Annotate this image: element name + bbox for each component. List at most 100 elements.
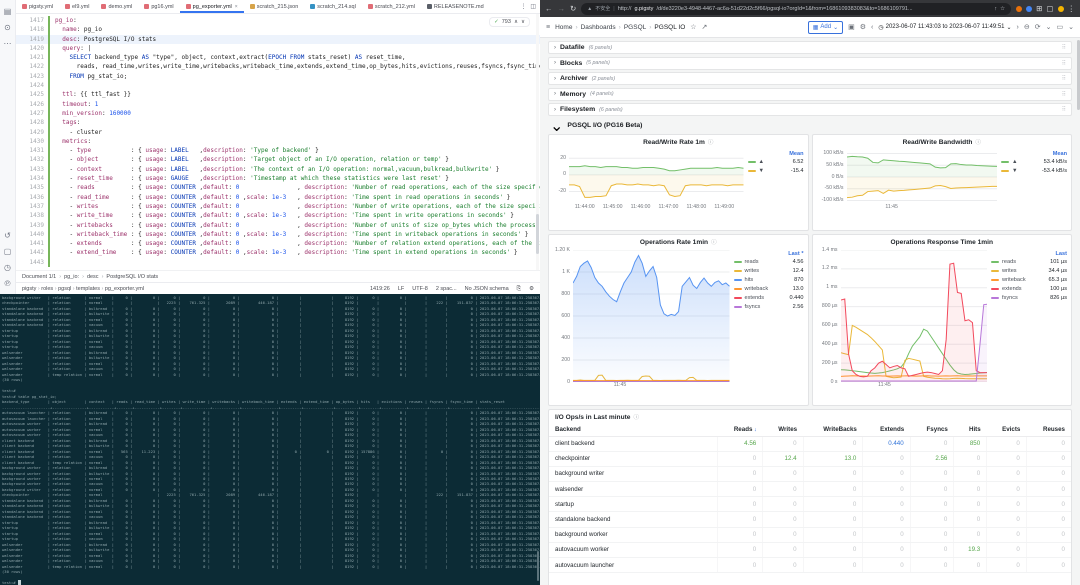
tab-pigsty.yml[interactable]: pigsty.yml <box>16 0 59 13</box>
legend-item-reads[interactable]: reads101 µs <box>991 258 1067 267</box>
lock-icon[interactable]: ⎘ <box>517 286 521 293</box>
legend-item-fsyncs[interactable]: fsyncs2.56 <box>734 303 804 312</box>
reload-icon[interactable]: ↻ <box>570 4 576 13</box>
zoom-out-time-icon[interactable]: ⊖ <box>1024 23 1030 31</box>
share-page-icon[interactable]: ↑ <box>994 6 997 12</box>
legend-item-writeback[interactable]: writeback13.0 <box>734 285 804 294</box>
tab-pg_exporter.yml[interactable]: pg_exporter.yml× <box>180 0 244 13</box>
back-icon[interactable]: ← <box>545 4 553 13</box>
legend-item-▲[interactable]: ▲6.52 <box>748 158 804 167</box>
time-back-icon[interactable]: ‹ <box>871 24 873 31</box>
breadcrumb-item-home[interactable]: Home <box>555 24 572 31</box>
row-datafile[interactable]: ›Datafile(6 panels)⠿ <box>548 41 1072 54</box>
time-range-picker[interactable]: ◷ 2023-06-07 11:43:03 to 2023-06-07 11:4… <box>878 24 1011 31</box>
panel-title[interactable]: Operations Rate 1minⓘ <box>549 235 808 248</box>
row-blocks[interactable]: ›Blocks(5 panels)⠿ <box>548 57 1072 70</box>
column-header-reads[interactable]: Reads ↓ <box>717 423 763 437</box>
info-icon[interactable]: ⓘ <box>708 138 714 146</box>
services-icon[interactable]: ℗ <box>0 275 15 291</box>
legend-header[interactable]: Last * <box>734 251 804 257</box>
breadcrumb-item-pgsql-io[interactable]: PGSQL IO <box>654 24 685 31</box>
column-header-writes[interactable]: Writes <box>763 423 803 437</box>
more-tabs-icon[interactable]: ⋮ <box>520 3 526 10</box>
tab-demo.yml[interactable]: demo.yml <box>95 0 138 13</box>
hamburger-menu-icon[interactable]: ≡ <box>546 24 550 31</box>
breadcrumb-item-pgsql[interactable]: PGSQL <box>624 24 646 31</box>
add-panel-button[interactable]: ▦ Add ⌄ <box>808 21 843 34</box>
close-tab-icon[interactable]: × <box>235 4 238 10</box>
drag-handle-icon[interactable]: ⠿ <box>1062 44 1066 51</box>
save-dashboard-icon[interactable]: ▣ <box>848 23 855 31</box>
refresh-icon[interactable]: ⟳ <box>1035 23 1041 31</box>
inspections-widget[interactable]: ✓ 793 ∧ ∨ <box>489 17 530 27</box>
profile-avatar[interactable] <box>1058 6 1064 12</box>
plot[interactable] <box>847 150 998 204</box>
column-header-reuses[interactable]: Reuses <box>1026 423 1071 437</box>
run-icon[interactable]: ↺ <box>0 227 15 243</box>
forward-icon[interactable]: → <box>558 4 566 13</box>
next-problem-icon[interactable]: ∨ <box>521 19 525 25</box>
panel-title[interactable]: Operations Response Time 1min <box>813 235 1072 248</box>
tab-el9.yml[interactable]: el9.yml <box>59 0 95 13</box>
breadcrumb-item-dashboards[interactable]: Dashboards <box>581 24 616 31</box>
row-filesystem[interactable]: ›Filesystem(6 panels)⠿ <box>548 103 1072 116</box>
legend-header[interactable]: Mean <box>1001 151 1067 157</box>
statusbar-schema[interactable]: No JSON schema <box>465 286 509 292</box>
side-panel-icon[interactable]: ▢ <box>1046 4 1053 13</box>
split-editor-icon[interactable]: ◫ <box>530 3 536 10</box>
row-pgsql-io[interactable]: ⌄ PGSQL I/O (PG16 Beta) <box>548 119 1072 133</box>
plot[interactable] <box>841 250 988 382</box>
info-icon[interactable]: ⓘ <box>711 238 717 246</box>
legend-header[interactable]: Last <box>991 251 1067 257</box>
column-header-hits[interactable]: Hits <box>954 423 987 437</box>
path-item[interactable]: pigsty <box>22 286 36 292</box>
dashboard-scrollbar[interactable] <box>1076 38 1080 585</box>
dashboard-settings-icon[interactable]: ⚙ <box>860 23 866 31</box>
breadcrumb-item[interactable]: desc <box>87 274 99 280</box>
row-memory[interactable]: ›Memory(4 panels)⠿ <box>548 88 1072 101</box>
legend-item-fsyncs[interactable]: fsyncs826 µs <box>991 294 1067 303</box>
tab-pg16.yml[interactable]: pg16.yml <box>138 0 179 13</box>
address-bar[interactable]: ▲ 不安全 | http://g.pigsty/d/de3220e3-4948-… <box>581 3 1011 15</box>
legend-item-▼[interactable]: ▼-15.4 <box>748 167 804 176</box>
drag-handle-icon[interactable]: ⠿ <box>1062 60 1066 67</box>
tab-scratch_212.yml[interactable]: scratch_212.yml <box>362 0 421 13</box>
legend-item-reads[interactable]: reads4.56 <box>734 258 804 267</box>
panel-title[interactable]: Read/Write Bandwidthⓘ <box>813 135 1072 148</box>
info-icon[interactable]: ⓘ <box>975 138 981 146</box>
problems-icon[interactable]: ◷ <box>0 259 15 275</box>
breadcrumb-item[interactable]: pg_io: <box>64 274 79 280</box>
commit-icon[interactable]: ⊙ <box>0 19 15 35</box>
terminal[interactable]: background writer | relation | normal | … <box>0 294 540 585</box>
extension-icon[interactable] <box>1016 6 1022 12</box>
statusbar-encoding[interactable]: UTF-8 <box>412 286 428 292</box>
editor-scrollbar[interactable] <box>536 14 539 270</box>
settings-icon[interactable]: ⚙ <box>529 286 534 292</box>
bookmarks-icon[interactable]: ▢ <box>0 243 15 259</box>
statusbar-indent[interactable]: 2 spac... <box>436 286 457 292</box>
tab-scratch_215.json[interactable]: scratch_215.json <box>244 0 305 13</box>
prev-problem-icon[interactable]: ∧ <box>514 19 518 25</box>
legend-item-▲[interactable]: ▲53.4 kB/s <box>1001 158 1067 167</box>
refresh-interval-chevron-icon[interactable]: ⌄ <box>1046 23 1052 31</box>
legend-item-writes[interactable]: writes12.4 <box>734 267 804 276</box>
project-icon[interactable]: ▤ <box>0 3 15 19</box>
legend-item-▼[interactable]: ▼-53.4 kB/s <box>1001 167 1067 176</box>
drag-handle-icon[interactable]: ⠿ <box>1062 91 1066 98</box>
column-header-extends[interactable]: Extends <box>863 423 910 437</box>
more-tools-icon[interactable]: ⋯ <box>0 35 15 51</box>
extension-icon[interactable] <box>1026 6 1032 12</box>
column-header-writebacks[interactable]: WriteBacks <box>803 423 863 437</box>
statusbar-line-ending[interactable]: LF <box>398 286 404 292</box>
legend-item-extends[interactable]: extends0.440 <box>734 294 804 303</box>
path-item[interactable]: roles <box>41 286 53 292</box>
browser-menu-icon[interactable]: ⋮ <box>1068 4 1076 13</box>
star-dashboard-icon[interactable]: ☆ <box>690 23 696 31</box>
extensions-puzzle-icon[interactable]: ⊞ <box>1036 4 1042 13</box>
legend-item-writes[interactable]: writes34.4 µs <box>991 267 1067 276</box>
legend-item-writeback[interactable]: writeback65.3 µs <box>991 276 1067 285</box>
share-dashboard-icon[interactable]: ↗ <box>702 23 708 31</box>
path-item[interactable]: pg_exporter.yml <box>105 286 144 292</box>
drag-handle-icon[interactable]: ⠿ <box>1062 106 1066 113</box>
legend-item-extends[interactable]: extends100 µs <box>991 285 1067 294</box>
